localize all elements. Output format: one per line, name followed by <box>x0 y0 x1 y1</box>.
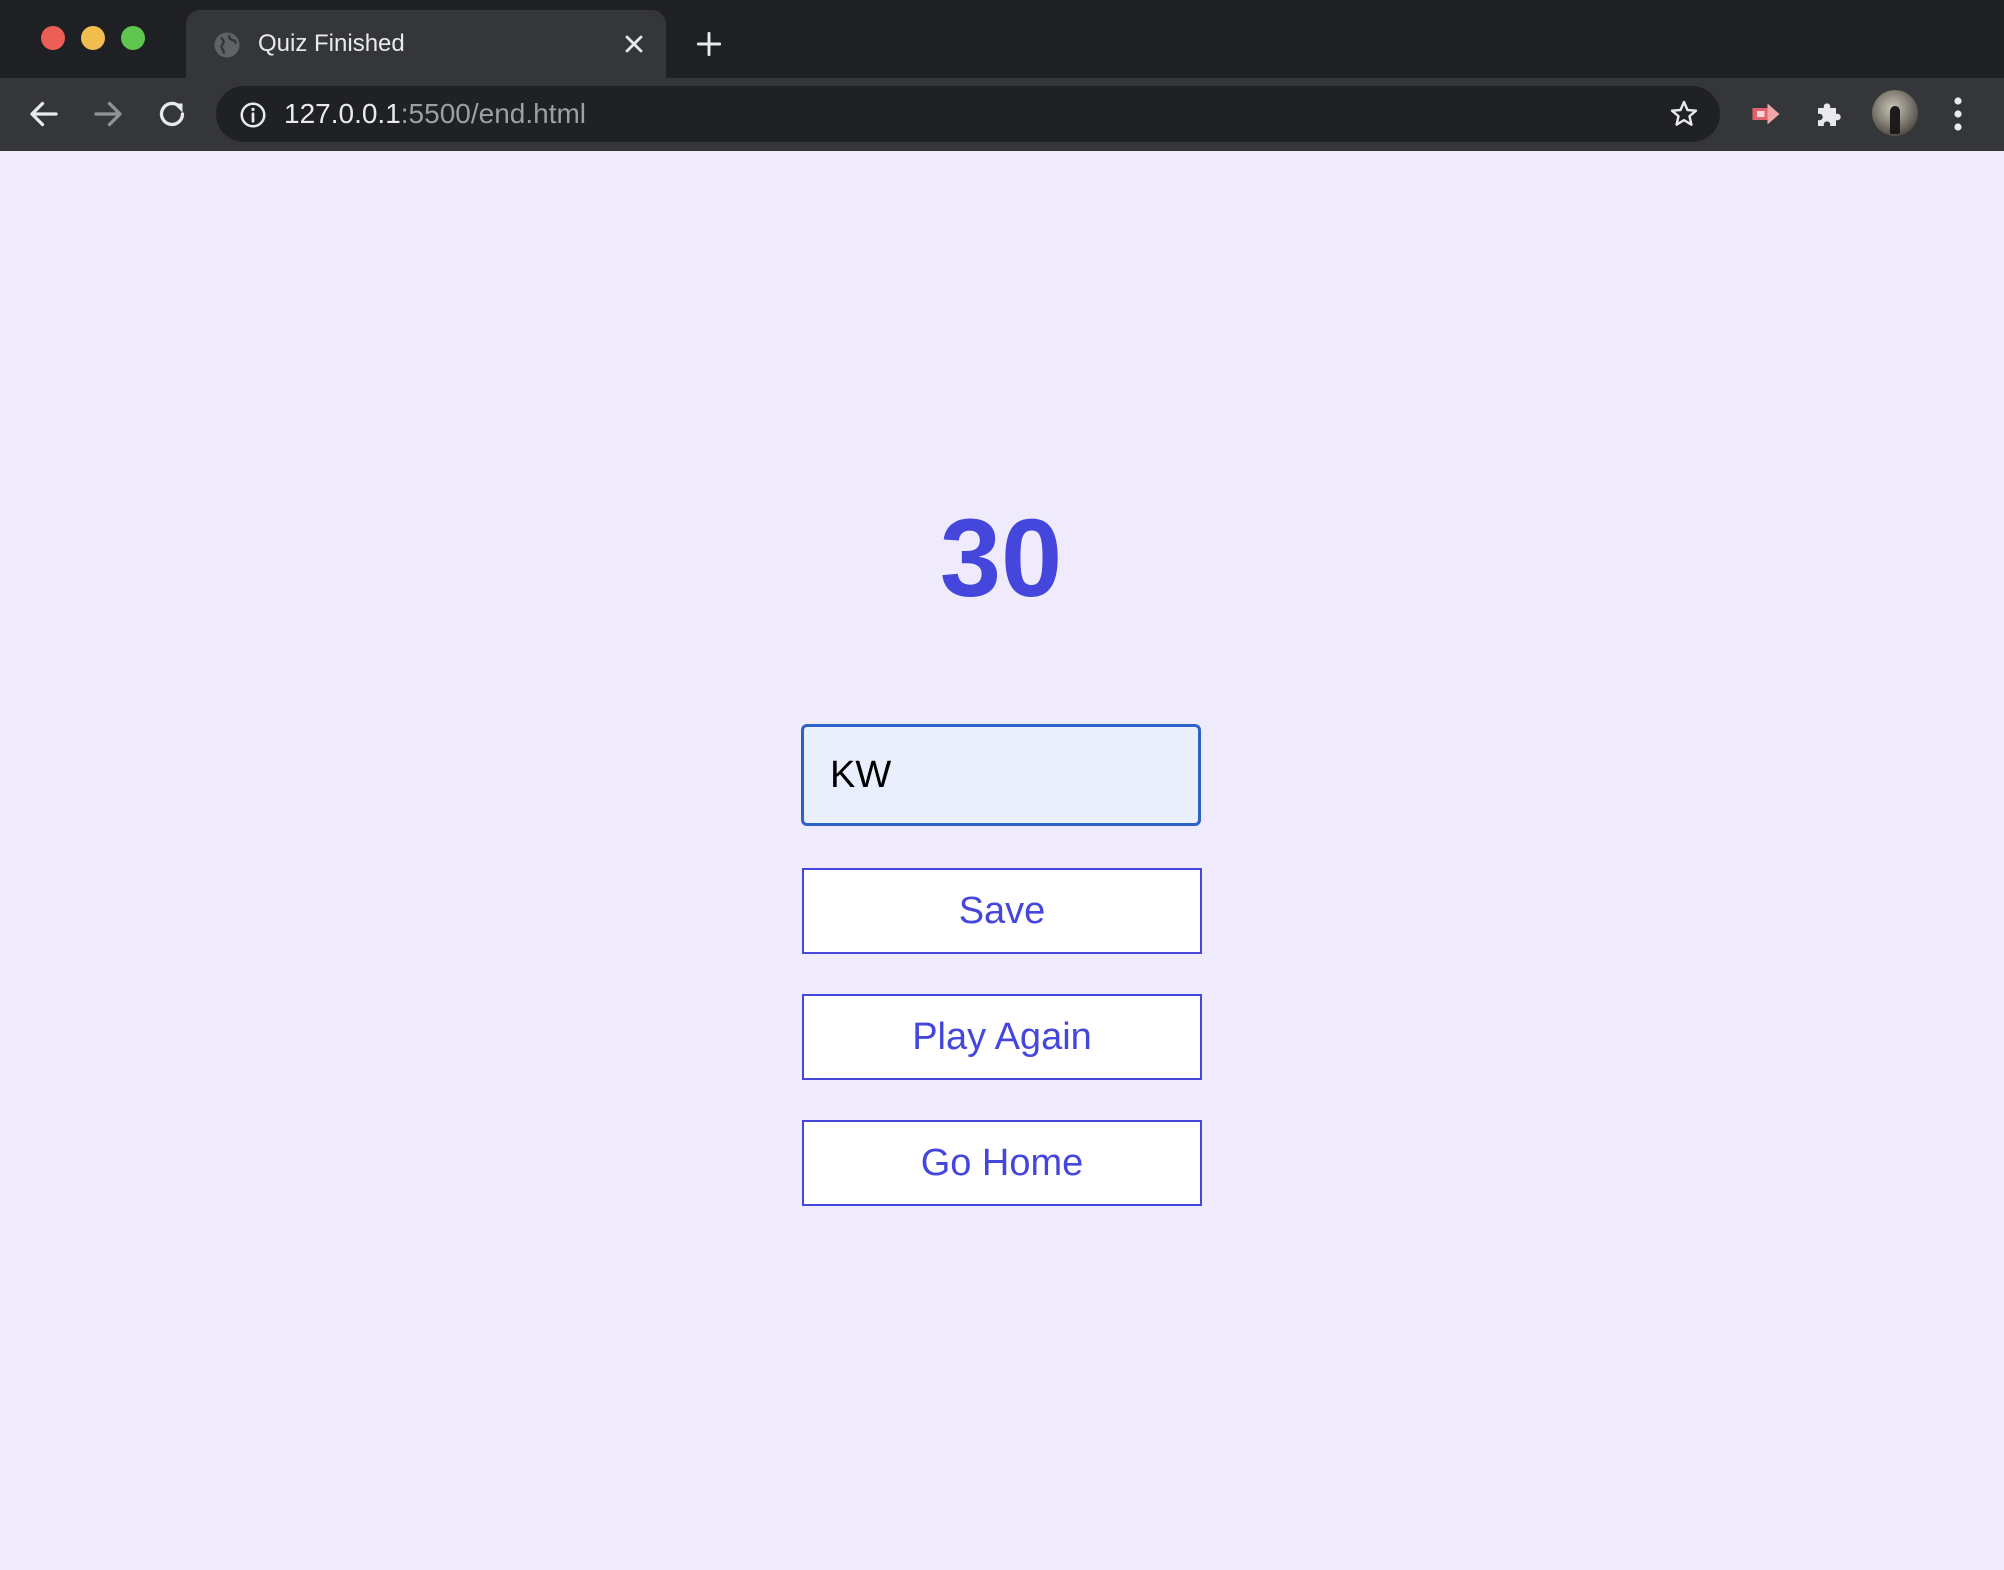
globe-icon <box>214 32 240 58</box>
arrow-left-icon[interactable] <box>26 96 62 132</box>
profile-avatar[interactable] <box>1872 90 1918 136</box>
red-arrow-extension-icon[interactable] <box>1748 96 1784 132</box>
plus-icon[interactable] <box>693 28 725 60</box>
avatar-figure <box>1890 106 1900 134</box>
address-bar[interactable]: 127.0.0.1:5500/end.html <box>216 86 1720 142</box>
tab-title: Quiz Finished <box>258 30 405 57</box>
browser-titlebar: Quiz Finished <box>0 0 2004 78</box>
username-input[interactable] <box>801 724 1201 826</box>
maximize-window-button[interactable] <box>121 26 145 50</box>
star-icon[interactable] <box>1668 98 1700 130</box>
url-host: 127.0.0.1 <box>284 98 401 129</box>
vertical-dots-icon[interactable] <box>1944 94 1972 134</box>
close-icon[interactable] <box>620 30 648 58</box>
address-url[interactable]: 127.0.0.1:5500/end.html <box>284 98 586 130</box>
minimize-window-button[interactable] <box>81 26 105 50</box>
reload-icon[interactable] <box>154 96 190 132</box>
save-button[interactable]: Save <box>802 868 1202 954</box>
go-home-button[interactable]: Go Home <box>802 1120 1202 1206</box>
browser-toolbar: 127.0.0.1:5500/end.html <box>0 78 2004 151</box>
quiz-end-page: 30 Save Play Again Go Home <box>0 151 2004 1570</box>
close-window-button[interactable] <box>41 26 65 50</box>
play-again-button[interactable]: Play Again <box>802 994 1202 1080</box>
info-icon[interactable] <box>238 100 268 130</box>
arrow-right-icon[interactable] <box>90 96 126 132</box>
puzzle-icon[interactable] <box>1812 96 1848 132</box>
browser-tab-active[interactable]: Quiz Finished <box>186 10 666 78</box>
url-path: :5500/end.html <box>400 98 587 129</box>
final-score: 30 <box>939 497 1063 620</box>
